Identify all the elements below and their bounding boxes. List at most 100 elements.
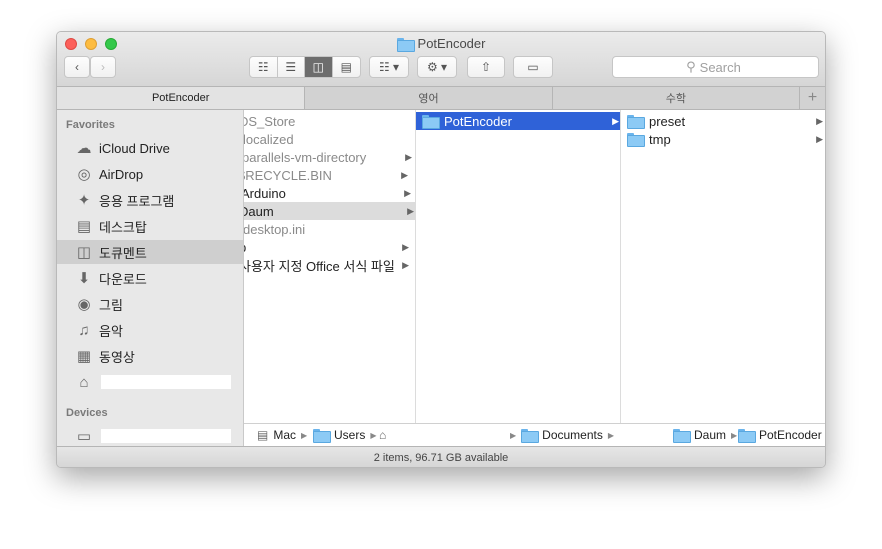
desktop-icon: ▤: [76, 218, 92, 235]
list-item[interactable]: $RECYCLE.BIN ▶: [244, 166, 410, 184]
sidebar-item-documents[interactable]: ◫ 도큐멘트: [57, 240, 243, 264]
device-label: [101, 429, 231, 443]
back-button[interactable]: ‹: [64, 56, 90, 78]
gear-icon: ⚙ ▾: [426, 60, 448, 74]
list-item[interactable]: DS_Store: [244, 112, 411, 130]
sidebar-item-label: 동영상: [99, 349, 135, 365]
column-view-icon[interactable]: ◫: [305, 57, 333, 77]
path-item-daum[interactable]: Daum ▶: [673, 428, 742, 443]
sidebar-item-label: 다운로드: [99, 271, 147, 287]
disclosure-arrow-icon: ▶: [402, 241, 409, 252]
chevron-left-icon: ‹: [75, 60, 79, 74]
action-button[interactable]: ⚙ ▾: [417, 56, 457, 78]
list-item[interactable]: localized: [244, 130, 415, 148]
tab-bar: PotEncoder 영어 수학 +: [57, 87, 825, 110]
list-item[interactable]: 사용자 지정 Office 서식 파일 ▶: [244, 256, 411, 274]
path-item-users[interactable]: Users ▶: [313, 428, 382, 443]
path-item-documents[interactable]: ▶ Documents ▶: [510, 428, 619, 443]
path-item-potencoder[interactable]: PotEncoder: [738, 428, 822, 443]
laptop-icon: ▭: [76, 428, 92, 445]
folder-icon: [422, 115, 440, 129]
path-separator-icon: ▶: [301, 430, 308, 440]
sidebar-item-applications[interactable]: ✦ 응용 프로그램: [57, 188, 243, 212]
disclosure-arrow-icon: ▶: [816, 133, 823, 144]
magnifier-icon: ⚲: [686, 59, 696, 74]
list-item[interactable]: parallels-vm-directory ▶: [244, 148, 414, 166]
tab-potencoder[interactable]: PotEncoder: [57, 87, 306, 109]
sidebar-item-airdrop[interactable]: ◎ AirDrop: [57, 162, 243, 186]
folder-icon: [738, 429, 756, 443]
sidebar-item-desktop[interactable]: ▤ 데스크탑: [57, 214, 243, 238]
sidebar-item-label: 음악: [99, 323, 123, 339]
window-title-text: PotEncoder: [417, 36, 486, 51]
list-item-selected[interactable]: PotEncoder ▶: [416, 112, 620, 130]
movies-icon: ▦: [76, 348, 92, 365]
arrange-icon: ☷ ▾: [378, 60, 400, 74]
disclosure-arrow-icon: ▶: [407, 205, 414, 216]
sidebar-item-music[interactable]: ♫ 음악: [57, 318, 243, 342]
home-label: [101, 375, 231, 389]
tab-math[interactable]: 수학: [553, 87, 801, 109]
column-2: PotEncoder ▶: [416, 110, 621, 423]
path-separator-icon: ▶: [510, 430, 517, 440]
tab-label: 영어: [418, 93, 439, 105]
path-separator-icon: ▶: [607, 430, 615, 440]
path-item-home[interactable]: ⌂: [379, 428, 386, 442]
chevron-right-icon: ›: [101, 60, 105, 74]
sidebar-item-device[interactable]: ▭: [57, 424, 243, 448]
sidebar-item-movies[interactable]: ▦ 동영상: [57, 344, 243, 368]
list-item[interactable]: desktop.ini: [244, 220, 415, 238]
sidebar-item-icloud-drive[interactable]: ☁ iCloud Drive: [57, 136, 243, 160]
finder-window: PotEncoder ‹ › ☷ ☰ ◫ ▤ ☷ ▾ ⚙ ▾ ⇧ ▭ ⚲ Sea…: [56, 31, 826, 468]
search-field[interactable]: ⚲ Search: [612, 56, 819, 78]
sidebar-item-downloads[interactable]: ⬇ 다운로드: [57, 266, 243, 290]
tag-icon: ▭: [527, 60, 539, 74]
cover-flow-view-icon[interactable]: ▤: [333, 57, 360, 77]
tags-button[interactable]: ▭: [513, 56, 553, 78]
share-button[interactable]: ⇧: [467, 56, 505, 78]
list-item[interactable]: Arduino ▶: [244, 184, 413, 202]
disclosure-arrow-icon: ▶: [404, 187, 411, 198]
plus-icon: +: [807, 89, 818, 106]
folder-icon: [313, 429, 331, 443]
forward-button[interactable]: ›: [90, 56, 116, 78]
home-icon: ⌂: [379, 428, 387, 442]
folder-icon: [673, 429, 691, 443]
camera-icon: ◉: [77, 296, 91, 313]
path-separator-icon: ▶: [731, 430, 738, 440]
list-view-icon[interactable]: ☰: [278, 57, 305, 77]
sidebar-item-label: 도큐멘트: [99, 245, 147, 261]
sidebar-item-label: 그림: [99, 297, 123, 313]
icon-view-icon[interactable]: ☷: [250, 57, 278, 77]
sidebar-item-home[interactable]: ⌂: [57, 370, 243, 394]
music-icon: ♫: [78, 321, 90, 339]
tab-english[interactable]: 영어: [305, 87, 553, 109]
disclosure-arrow-icon: ▶: [402, 259, 409, 270]
documents-icon: ◫: [76, 244, 92, 261]
favorites-header: Favorites: [66, 119, 115, 131]
search-placeholder: Search: [699, 59, 741, 75]
hard-drive-icon: ▤: [257, 428, 269, 442]
new-tab-button[interactable]: +: [800, 87, 825, 109]
disclosure-arrow-icon: ▶: [816, 115, 823, 126]
list-item-selected[interactable]: Daum ▶: [244, 202, 415, 220]
disclosure-arrow-icon: ▶: [612, 115, 619, 126]
sidebar-item-label: iCloud Drive: [99, 140, 170, 156]
folder-icon: [521, 429, 540, 443]
path-item-mac[interactable]: ▤ Mac ▶: [257, 428, 312, 442]
tab-label: PotEncoder: [151, 92, 210, 104]
status-bar: 2 items, 96.71 GB available: [57, 446, 825, 467]
column-browser: DS_Store localized parallels-vm-director…: [244, 110, 825, 423]
arrange-button[interactable]: ☷ ▾: [369, 56, 409, 78]
window-title: PotEncoder: [57, 36, 825, 52]
applications-icon: ✦: [77, 192, 91, 209]
disclosure-arrow-icon: ▶: [405, 151, 412, 162]
column-1: DS_Store localized parallels-vm-director…: [244, 110, 416, 423]
list-item[interactable]: preset ▶: [621, 112, 825, 130]
list-item[interactable]: tmp ▶: [621, 130, 825, 148]
list-item[interactable]: p ▶: [244, 238, 411, 256]
sidebar: Favorites ☁ iCloud Drive ◎ AirDrop ✦ 응용 …: [57, 110, 244, 446]
column-3: preset ▶ tmp ▶: [621, 110, 825, 423]
sidebar-item-pictures[interactable]: ◉ 그림: [57, 292, 243, 316]
path-separator-icon: ▶: [370, 430, 377, 440]
